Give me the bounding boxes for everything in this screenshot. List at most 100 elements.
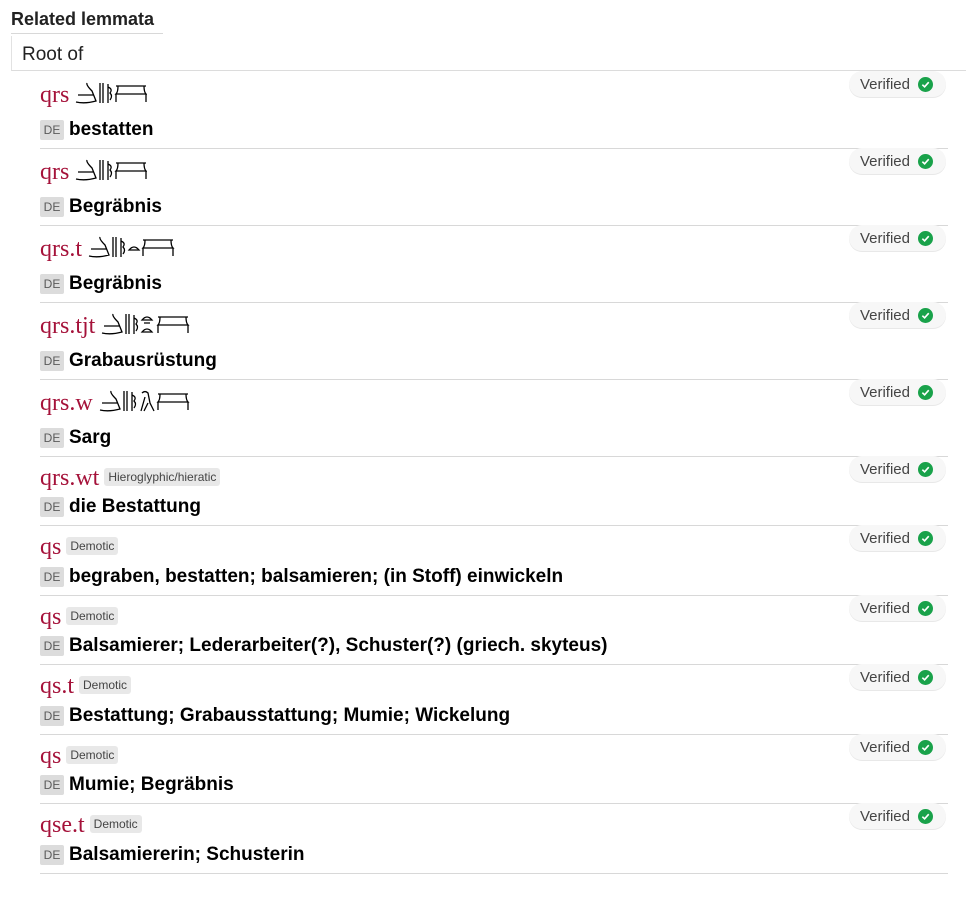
translation-text: Sarg (69, 427, 112, 448)
lemma-row: qs Demotic Verified DE begraben, bestatten; … (40, 525, 948, 596)
translation: DE Balsamiererin; Schusterin (40, 844, 304, 866)
check-circle-icon (918, 153, 933, 169)
translation: DE bestatten (40, 119, 153, 141)
verified-badge: Verified (848, 302, 946, 328)
verified-label: Verified (859, 807, 910, 825)
translation-text: Mumie; Begräbnis (69, 774, 234, 795)
check-circle-icon (918, 76, 933, 92)
translation-text: Balsamiererin; Schusterin (69, 844, 305, 865)
verified-label: Verified (859, 529, 910, 547)
language-badge: DE (40, 845, 64, 865)
translation-text: die Bestattung (69, 496, 201, 517)
translation: DE Balsamierer; Lederarbeiter(?), Schuste… (40, 635, 608, 657)
root-of-label: Root of (22, 44, 84, 65)
check-circle-icon (918, 307, 933, 323)
translation-text: Begräbnis (69, 273, 162, 294)
translation-text: Balsamierer; Lederarbeiter(?), Schuster(… (69, 635, 608, 656)
language-badge: DE (40, 274, 64, 294)
lemma-transliteration: qs (40, 743, 62, 769)
lemma-transliteration: qrs.t (40, 236, 82, 262)
hieroglyph-icon (75, 81, 148, 105)
lemma-link[interactable]: qrs.t (40, 235, 178, 261)
translation: DE Begräbnis (40, 196, 162, 218)
translation-text: Begräbnis (69, 196, 162, 217)
lemma-transliteration: qs (40, 604, 62, 630)
verified-badge: Verified (848, 225, 946, 251)
lemma-row: qs Demotic Verified DE Mumie; Begräbnis (40, 734, 948, 804)
lemma-row: qs.t Demotic Verified DE Bestattung; Grabaus… (40, 664, 948, 735)
root-of-header: Root of (11, 36, 966, 71)
verified-badge: Verified (848, 148, 946, 174)
lemma-transliteration: qrs (40, 82, 70, 108)
verified-label: Verified (859, 75, 910, 93)
verified-badge: Verified (848, 664, 946, 690)
check-circle-icon (918, 384, 933, 400)
translation: DE Bestattung; Grabausstattung; Mumie; Wi… (40, 705, 510, 727)
lemma-link[interactable]: qs Demotic (40, 534, 119, 560)
lemma-transliteration: qs (40, 534, 62, 560)
translation: DE Sarg (40, 427, 111, 449)
related-lemmata-list: qrs Verified DE bestatten qrs Verified DE Begrä… (40, 71, 948, 874)
verified-badge: Verified (848, 456, 946, 482)
lemma-row: qrs.tjt Verified DE Grabausrüstung (40, 302, 948, 380)
lemma-link[interactable]: qrs.wt Hieroglyphic/hieratic (40, 466, 221, 490)
translation: DE die Bestattung (40, 496, 201, 518)
script-type-badge: Demotic (89, 815, 142, 834)
translation-text: bestatten (69, 119, 154, 140)
verified-label: Verified (859, 738, 910, 756)
verified-label: Verified (859, 460, 910, 478)
verified-badge: Verified (848, 803, 946, 829)
language-badge: DE (40, 636, 64, 656)
verified-badge: Verified (848, 734, 946, 760)
translation: DE Grabausrüstung (40, 350, 217, 372)
script-type-badge: Demotic (66, 607, 119, 626)
hieroglyph-icon (75, 158, 148, 182)
verified-label: Verified (859, 599, 910, 617)
translation: DE Begräbnis (40, 273, 162, 295)
lemma-link[interactable]: qs Demotic (40, 743, 119, 769)
verified-badge: Verified (848, 71, 946, 97)
verified-label: Verified (859, 229, 910, 247)
lemma-row: qrs Verified DE Begräbnis (40, 148, 948, 226)
script-type-badge: Demotic (66, 746, 119, 765)
lemma-transliteration: qs.t (40, 673, 75, 699)
translation-text: Grabausrüstung (69, 350, 217, 371)
verified-label: Verified (859, 152, 910, 170)
lemma-link[interactable]: qrs (40, 158, 148, 185)
translation-text: begraben, bestatten; balsamieren; (in St… (69, 566, 564, 587)
script-type-badge: Demotic (66, 537, 119, 556)
hieroglyph-icon (88, 235, 178, 259)
check-circle-icon (918, 739, 933, 755)
script-type-badge: Hieroglyphic/hieratic (104, 468, 221, 487)
check-circle-icon (918, 808, 933, 824)
lemma-row: qrs.w Verified DE Sarg (40, 379, 948, 457)
verified-label: Verified (859, 668, 910, 686)
language-badge: DE (40, 706, 64, 726)
lemma-link[interactable]: qrs (40, 81, 148, 108)
script-type-badge: Demotic (79, 676, 132, 695)
lemma-link[interactable]: qs Demotic (40, 604, 119, 630)
language-badge: DE (40, 497, 64, 517)
lemma-link[interactable]: qs.t Demotic (40, 673, 132, 699)
lemma-link[interactable]: qse.t Demotic (40, 813, 142, 837)
check-circle-icon (918, 230, 933, 246)
lemma-row: qrs.wt Hieroglyphic/hieratic Verified DE die… (40, 456, 948, 526)
language-badge: DE (40, 120, 64, 140)
lemma-transliteration: qrs.tjt (40, 313, 96, 339)
translation-text: Bestattung; Grabausstattung; Mumie; Wick… (69, 705, 511, 726)
lemma-row: qse.t Demotic Verified DE Balsamiererin; Sch… (40, 803, 948, 874)
lemma-transliteration: qrs (40, 159, 70, 185)
hieroglyph-icon (101, 312, 193, 336)
check-circle-icon (918, 600, 933, 616)
section-title: Related lemmata (11, 9, 163, 34)
lemma-link[interactable]: qrs.w (40, 389, 191, 415)
lemma-transliteration: qrs.w (40, 390, 93, 416)
lemma-link[interactable]: qrs.tjt (40, 312, 193, 338)
verified-label: Verified (859, 383, 910, 401)
hieroglyph-icon (99, 389, 191, 413)
translation: DE Mumie; Begräbnis (40, 774, 234, 796)
language-badge: DE (40, 351, 64, 371)
check-circle-icon (918, 461, 933, 477)
verified-label: Verified (859, 306, 910, 324)
lemma-transliteration: qse.t (40, 812, 85, 838)
